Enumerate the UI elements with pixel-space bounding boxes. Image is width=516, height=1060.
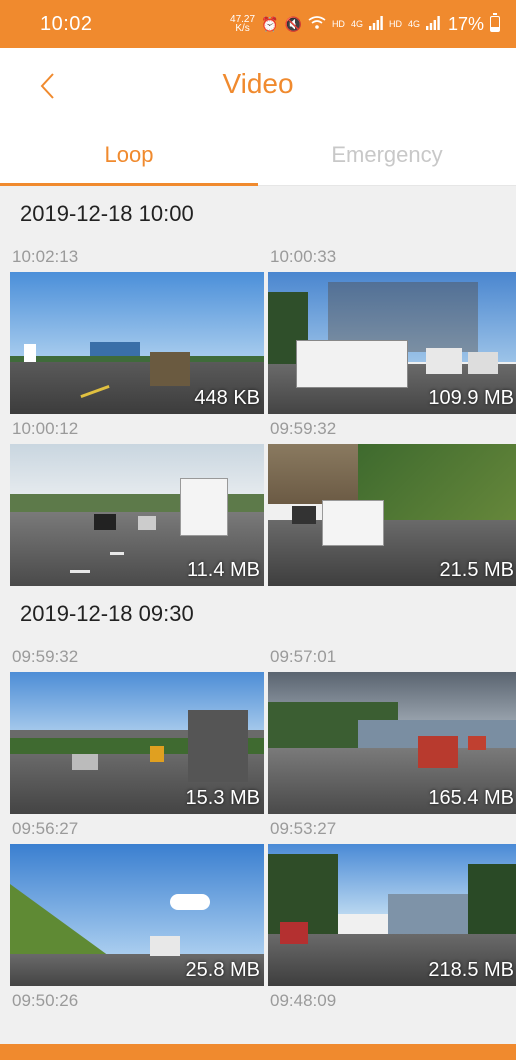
video-size: 218.5 MB [428,959,514,981]
alarm-icon: ⏰ [261,15,279,32]
network-type-2: 4G [407,19,420,29]
video-item[interactable]: 09:57:01 165.4 MB [268,642,516,814]
status-icons: 47.27 K/s ⏰ 🔇 HD 4G HD 4G 17% [230,13,500,35]
video-size: 165.4 MB [428,787,514,809]
video-size: 21.5 MB [439,559,514,581]
video-item[interactable]: 10:02:13 448 KB [10,242,264,414]
video-time: 09:57:01 [270,647,337,666]
video-item[interactable]: 09:59:32 15.3 MB [10,642,264,814]
video-list[interactable]: 2019-12-18 10:00 10:02:13 448 KB 10:00:3… [0,186,516,1044]
video-thumbnail[interactable]: 109.9 MB [268,272,516,414]
video-item[interactable]: 09:50:26 [10,986,264,1016]
video-thumbnail[interactable]: 25.8 MB [10,844,264,986]
hd-label-1: HD [331,19,345,29]
network-type-1: 4G [350,19,363,29]
video-time: 09:59:32 [270,419,337,438]
hd-label-2: HD [388,19,402,29]
video-size: 15.3 MB [185,787,260,809]
video-thumbnail[interactable]: 15.3 MB [10,672,264,814]
video-item[interactable]: 09:53:27 218.5 MB [268,814,516,986]
video-thumbnail[interactable]: 21.5 MB [268,444,516,586]
mute-icon: 🔇 [284,15,302,32]
page-title: Video [222,68,294,99]
video-item[interactable]: 09:56:27 25.8 MB [10,814,264,986]
wifi-icon [308,15,326,33]
network-speed-unit: K/s [235,23,250,34]
video-time: 09:48:09 [270,991,337,1010]
video-thumbnail[interactable]: 165.4 MB [268,672,516,814]
video-size: 109.9 MB [428,387,514,409]
group-date: 2019-12-18 09:30 [20,601,194,626]
signal-icon-2 [425,15,440,33]
video-item[interactable]: 09:59:32 21.5 MB [268,414,516,586]
video-thumbnail[interactable]: 11.4 MB [10,444,264,586]
tab-bar: Loop Emergency [0,124,516,186]
video-thumbnail[interactable]: 218.5 MB [268,844,516,986]
bottom-bar [0,1044,516,1060]
video-size: 11.4 MB [187,559,260,581]
video-item[interactable]: 10:00:12 11.4 MB [10,414,264,586]
battery-percent: 17% [447,13,484,34]
video-time: 09:59:32 [12,647,79,666]
tab-emergency[interactable]: Emergency [258,124,516,185]
signal-icon-1 [368,15,383,33]
battery-icon [490,13,500,32]
video-time: 09:50:26 [12,991,79,1010]
group-date: 2019-12-18 10:00 [20,201,194,226]
video-time: 10:02:13 [12,247,79,266]
app-screen: 10:02 47.27 K/s ⏰ 🔇 HD 4G HD 4G 17% Vide… [0,0,516,1060]
video-time: 09:56:27 [12,819,79,838]
video-item[interactable]: 09:48:09 [268,986,516,1016]
video-time: 09:53:27 [270,819,337,838]
header: Video [0,48,516,124]
video-size: 25.8 MB [185,959,260,981]
video-item[interactable]: 10:00:33 109.9 MB [268,242,516,414]
tab-loop[interactable]: Loop [0,124,258,186]
video-size: 448 KB [194,387,260,409]
network-speed: 47.27 K/s [230,15,255,34]
video-thumbnail[interactable]: 448 KB [10,272,264,414]
video-grid: 10:02:13 448 KB 10:00:33 109.9 MB 10:00:… [0,242,516,586]
status-bar: 10:02 47.27 K/s ⏰ 🔇 HD 4G HD 4G 17% [0,0,516,48]
video-time: 10:00:12 [12,419,79,438]
video-grid: 09:59:32 15.3 MB 09:57:01 165.4 MB 09:56… [0,642,516,1016]
status-time: 10:02 [40,12,93,35]
video-time: 10:00:33 [270,247,337,266]
